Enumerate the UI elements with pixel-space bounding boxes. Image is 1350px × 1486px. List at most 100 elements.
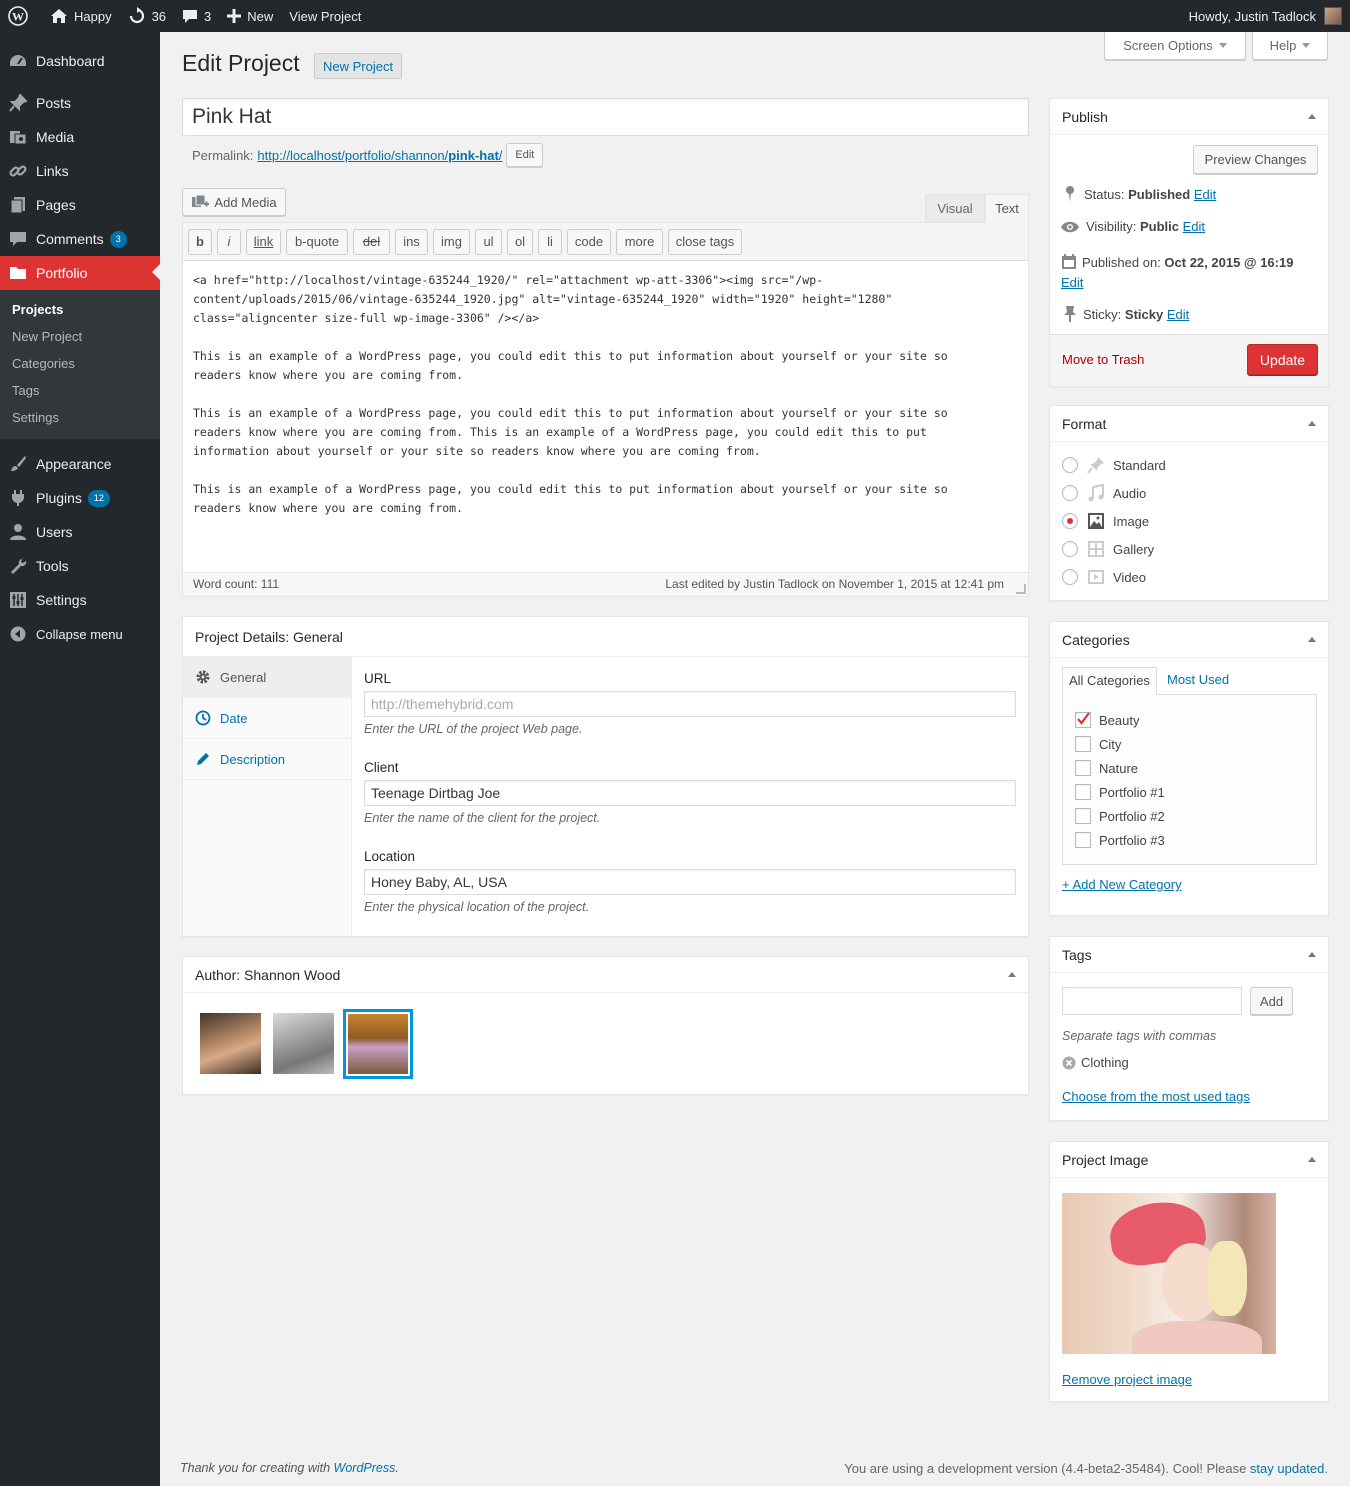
- view-project-link[interactable]: View Project: [281, 0, 369, 32]
- add-new-category-link[interactable]: + Add New Category: [1062, 877, 1182, 892]
- remove-tag-icon[interactable]: [1062, 1056, 1076, 1070]
- qt-close-tags-button[interactable]: close tags: [668, 228, 742, 255]
- collapse-toggle-icon[interactable]: [1308, 1157, 1316, 1162]
- submenu-new-project[interactable]: New Project: [0, 323, 160, 350]
- category-item[interactable]: Beauty: [1075, 712, 1139, 728]
- editor-textarea[interactable]: <a href="http://localhost/vintage-635244…: [193, 271, 1023, 541]
- submenu-projects[interactable]: Projects: [0, 296, 160, 323]
- menu-media[interactable]: Media: [0, 120, 160, 154]
- edit-date-link[interactable]: Edit: [1061, 275, 1083, 290]
- collapse-menu-button[interactable]: Collapse menu: [0, 617, 160, 651]
- edit-permalink-button[interactable]: Edit: [506, 143, 544, 167]
- location-input[interactable]: Honey Baby, AL, USA: [364, 869, 1016, 895]
- edit-status-link[interactable]: Edit: [1194, 187, 1216, 202]
- author-avatar-3-selected[interactable]: [343, 1009, 413, 1079]
- category-item[interactable]: Portfolio #3: [1075, 832, 1165, 848]
- qt-italic-button[interactable]: i: [217, 228, 241, 255]
- category-checkbox-checked[interactable]: [1075, 712, 1091, 728]
- format-radio[interactable]: [1062, 485, 1078, 501]
- permalink-url[interactable]: http://localhost/portfolio/shannon/pink-…: [257, 148, 502, 163]
- collapse-toggle-icon[interactable]: [1008, 972, 1016, 977]
- move-to-trash-link[interactable]: Move to Trash: [1062, 352, 1144, 367]
- format-radio-selected[interactable]: [1062, 513, 1078, 529]
- menu-appearance[interactable]: Appearance: [0, 447, 160, 481]
- author-avatar-2[interactable]: [273, 1013, 334, 1074]
- qt-bold-button[interactable]: b: [188, 228, 212, 255]
- category-checkbox[interactable]: [1075, 736, 1091, 752]
- format-radio[interactable]: [1062, 541, 1078, 557]
- format-option-video[interactable]: Video: [1062, 567, 1146, 587]
- menu-users[interactable]: Users: [0, 515, 160, 549]
- qt-ol-button[interactable]: ol: [507, 228, 533, 255]
- category-item[interactable]: Portfolio #2: [1075, 808, 1165, 824]
- edit-sticky-link[interactable]: Edit: [1167, 307, 1189, 322]
- new-tag-input[interactable]: [1062, 987, 1242, 1015]
- menu-links[interactable]: Links: [0, 154, 160, 188]
- resize-handle-icon[interactable]: [1016, 584, 1026, 594]
- qt-more-button[interactable]: more: [616, 228, 663, 255]
- wordpress-link[interactable]: WordPress: [334, 1461, 396, 1475]
- menu-pages[interactable]: Pages: [0, 188, 160, 222]
- new-content-link[interactable]: New: [219, 0, 281, 32]
- qt-bquote-button[interactable]: b-quote: [286, 228, 348, 255]
- choose-tags-link[interactable]: Choose from the most used tags: [1062, 1089, 1250, 1104]
- help-button[interactable]: Help: [1252, 32, 1328, 60]
- add-tag-button[interactable]: Add: [1250, 987, 1293, 1015]
- stay-updated-link[interactable]: stay updated: [1250, 1461, 1324, 1476]
- remove-project-image-link[interactable]: Remove project image: [1062, 1372, 1192, 1387]
- menu-portfolio[interactable]: Portfolio: [0, 256, 160, 290]
- tab-description[interactable]: Description: [183, 739, 351, 780]
- update-button[interactable]: Update: [1247, 344, 1318, 375]
- category-item[interactable]: Portfolio #1: [1075, 784, 1165, 800]
- format-option-gallery[interactable]: Gallery: [1062, 539, 1154, 559]
- edit-visibility-link[interactable]: Edit: [1183, 219, 1205, 234]
- menu-plugins[interactable]: Plugins 12: [0, 481, 160, 515]
- collapse-toggle-icon[interactable]: [1308, 637, 1316, 642]
- client-input[interactable]: Teenage Dirtbag Joe: [364, 780, 1016, 806]
- category-checkbox[interactable]: [1075, 832, 1091, 848]
- menu-tools[interactable]: Tools: [0, 549, 160, 583]
- add-new-project-button[interactable]: New Project: [314, 53, 403, 79]
- qt-li-button[interactable]: li: [538, 228, 562, 255]
- qt-link-button[interactable]: link: [246, 228, 281, 255]
- qt-del-button[interactable]: del: [353, 228, 390, 255]
- my-account-link[interactable]: Howdy, Justin Tadlock: [1181, 0, 1350, 32]
- author-avatar-1[interactable]: [200, 1013, 261, 1074]
- qt-ins-button[interactable]: ins: [395, 228, 428, 255]
- category-checkbox[interactable]: [1075, 760, 1091, 776]
- tab-all-categories[interactable]: All Categories: [1062, 667, 1157, 695]
- tab-visual[interactable]: Visual: [925, 194, 985, 222]
- category-item[interactable]: City: [1075, 736, 1121, 752]
- post-title-input[interactable]: Pink Hat: [182, 98, 1029, 136]
- qt-img-button[interactable]: img: [433, 228, 470, 255]
- menu-settings[interactable]: Settings: [0, 583, 160, 617]
- site-name-link[interactable]: Happy: [42, 0, 120, 32]
- submenu-settings[interactable]: Settings: [0, 404, 160, 431]
- format-option-standard[interactable]: Standard: [1062, 455, 1166, 475]
- project-image-thumbnail[interactable]: [1062, 1193, 1276, 1354]
- collapse-toggle-icon[interactable]: [1308, 114, 1316, 119]
- collapse-toggle-icon[interactable]: [1308, 952, 1316, 957]
- format-radio[interactable]: [1062, 569, 1078, 585]
- format-radio[interactable]: [1062, 457, 1078, 473]
- tab-text[interactable]: Text: [985, 194, 1029, 223]
- category-checkbox[interactable]: [1075, 808, 1091, 824]
- menu-dashboard[interactable]: Dashboard: [0, 44, 160, 78]
- collapse-toggle-icon[interactable]: [1308, 421, 1316, 426]
- category-item[interactable]: Nature: [1075, 760, 1138, 776]
- comments-link[interactable]: 3: [174, 0, 219, 32]
- tab-date[interactable]: Date: [183, 698, 351, 739]
- category-checkbox[interactable]: [1075, 784, 1091, 800]
- tab-most-used[interactable]: Most Used: [1167, 667, 1229, 694]
- menu-comments[interactable]: Comments 3: [0, 222, 160, 256]
- wordpress-logo-icon[interactable]: W: [0, 0, 42, 32]
- preview-changes-button[interactable]: Preview Changes: [1193, 145, 1318, 174]
- submenu-categories[interactable]: Categories: [0, 350, 160, 377]
- menu-posts[interactable]: Posts: [0, 86, 160, 120]
- format-option-audio[interactable]: Audio: [1062, 483, 1146, 503]
- tab-general[interactable]: General: [183, 657, 351, 698]
- format-option-image[interactable]: Image: [1062, 511, 1149, 531]
- screen-options-button[interactable]: Screen Options: [1104, 32, 1246, 60]
- submenu-tags[interactable]: Tags: [0, 377, 160, 404]
- updates-link[interactable]: 36: [120, 0, 174, 32]
